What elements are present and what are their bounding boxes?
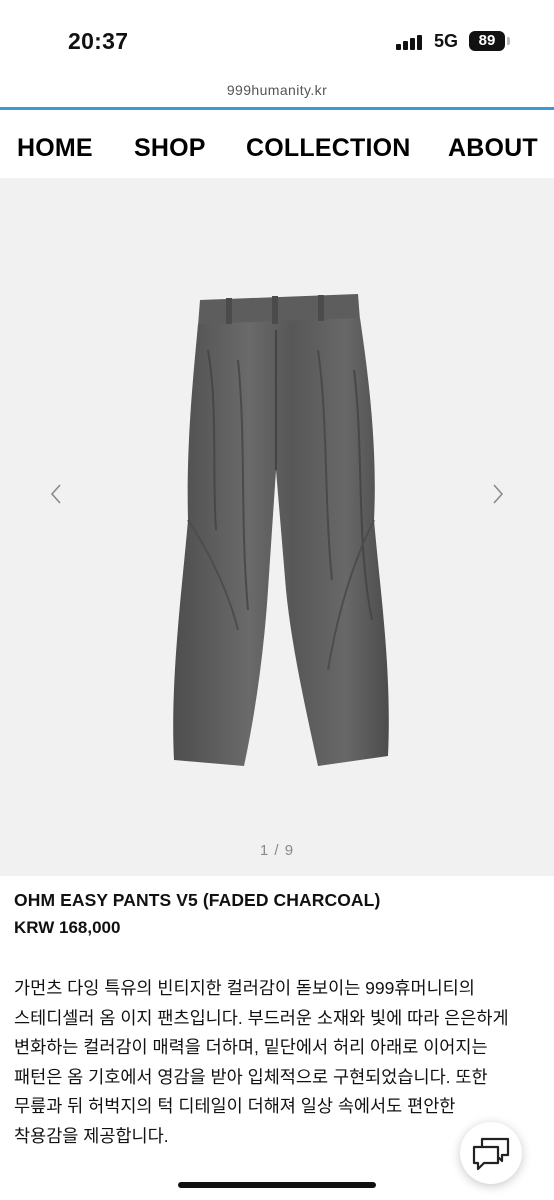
- signal-icon: [396, 34, 426, 50]
- nav-shop[interactable]: SHOP: [134, 134, 206, 163]
- status-time: 20:37: [68, 28, 129, 54]
- home-indicator: [178, 1182, 376, 1188]
- description-line: 무릎과 뒤 허벅지의 턱 디테일이 더해져 일상 속에서도 편안한: [14, 1096, 456, 1116]
- battery-cap: [507, 37, 510, 45]
- nav-about[interactable]: ABOUT: [448, 134, 538, 163]
- product-image: [168, 290, 394, 770]
- description-line: 패턴은 옴 기호에서 영감을 받아 입체적으로 구현되었습니다. 또한: [14, 1066, 488, 1087]
- product-title: OHM EASY PANTS V5 (FADED CHARCOAL): [14, 890, 381, 910]
- chat-button[interactable]: [460, 1122, 522, 1184]
- chat-bubbles-icon: [472, 1137, 510, 1171]
- product-price: KRW 168,000: [14, 918, 121, 937]
- chevron-left-icon[interactable]: [45, 482, 69, 506]
- chevron-right-icon[interactable]: [485, 482, 509, 506]
- product-description: 가먼츠 다잉 특유의 빈티지한 컬러감이 돋보이는 999휴머니티의 스테디셀러…: [14, 974, 540, 1151]
- product-info: OHM EASY PANTS V5 (FADED CHARCOAL) KRW 1…: [14, 890, 540, 938]
- main-nav: HOME SHOP COLLECTION ABOUT: [0, 110, 554, 178]
- nav-home[interactable]: HOME: [17, 134, 93, 163]
- url-text: 999humanity.kr: [226, 82, 328, 98]
- description-line: 가먼츠 다잉 특유의 빈티지한 컬러감이 돋보이는 999휴머니티의: [14, 978, 475, 998]
- product-gallery[interactable]: 1 / 9: [0, 178, 554, 876]
- address-bar[interactable]: 999humanity.kr: [0, 72, 554, 110]
- description-line: 스테디셀러 옴 이지 팬츠입니다. 부드러운 소재와 빛에 따라 은은하게: [14, 1007, 509, 1028]
- nav-collection[interactable]: COLLECTION: [246, 134, 411, 163]
- network-type: 5G: [434, 31, 459, 51]
- battery-icon: 89: [469, 31, 505, 51]
- status-bar: 20:37 5G 89: [0, 0, 554, 72]
- image-counter: 1 / 9: [259, 842, 295, 859]
- description-line: 변화하는 컬러감이 매력을 더하며, 밑단에서 허리 아래로 이어지는: [14, 1037, 488, 1057]
